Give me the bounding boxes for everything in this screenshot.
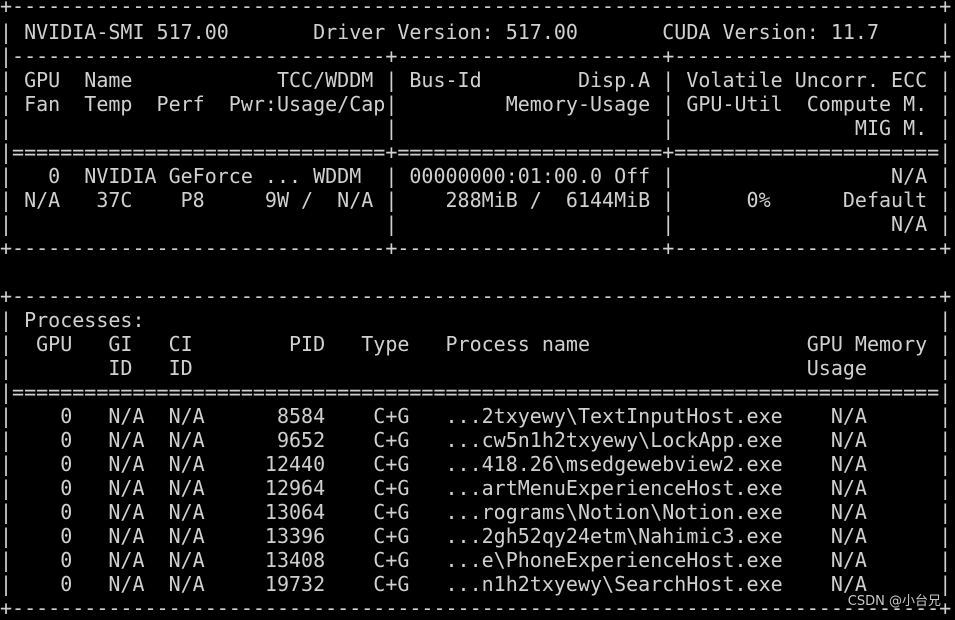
column-header-line-3: | | | MIG M. | — [0, 116, 952, 140]
process-row: | 0 N/A N/A 12964 C+G ...artMenuExperien… — [0, 476, 952, 500]
smi-title-line: | NVIDIA-SMI 517.00 Driver Version: 517.… — [0, 20, 952, 44]
process-row: | 0 N/A N/A 13064 C+G ...rograms\Notion\… — [0, 500, 952, 524]
header-rule: |-------------------------------+-------… — [0, 44, 952, 68]
process-row: | 0 N/A N/A 13408 C+G ...e\PhoneExperien… — [0, 548, 952, 572]
terminal-output[interactable]: +---------------------------------------… — [0, 0, 955, 620]
column-header-line-1: | GPU Name TCC/WDDM | Bus-Id Disp.A | Vo… — [0, 68, 952, 92]
process-row: | 0 N/A N/A 13396 C+G ...2gh52qy24etm\Na… — [0, 524, 952, 548]
processes-border-top: +---------------------------------------… — [0, 284, 952, 308]
processes-border-bottom: +---------------------------------------… — [0, 596, 952, 620]
gpu-row-border-bottom: +-------------------------------+-------… — [0, 236, 952, 260]
process-row: | 0 N/A N/A 8584 C+G ...2txyewy\TextInpu… — [0, 404, 952, 428]
processes-title: | Processes: | — [0, 308, 952, 332]
header-border-top: +---------------------------------------… — [0, 0, 952, 18]
process-row: | 0 N/A N/A 9652 C+G ...cw5n1h2txyewy\Lo… — [0, 428, 952, 452]
process-row: | 0 N/A N/A 19732 C+G ...n1h2txyewy\Sear… — [0, 572, 952, 596]
gpu-row-line-3: | | | N/A | — [0, 212, 952, 236]
csdn-watermark: CSDN @小台兄 — [847, 594, 941, 609]
process-row: | 0 N/A N/A 12440 C+G ...418.26\msedgewe… — [0, 452, 952, 476]
processes-header-line-2: | ID ID Usage | — [0, 356, 952, 380]
processes-header-line-1: | GPU GI CI PID Type Process name GPU Me… — [0, 332, 952, 356]
column-header-line-2: | Fan Temp Perf Pwr:Usage/Cap| Memory-Us… — [0, 92, 952, 116]
header-rule-double: |===============================+=======… — [0, 140, 952, 164]
gpu-row-line-2: | N/A 37C P8 9W / N/A | 288MiB / 6144MiB… — [0, 188, 952, 212]
gpu-row-line-1: | 0 NVIDIA GeForce ... WDDM | 00000000:0… — [0, 164, 952, 188]
processes-rule-double: |=======================================… — [0, 380, 952, 404]
